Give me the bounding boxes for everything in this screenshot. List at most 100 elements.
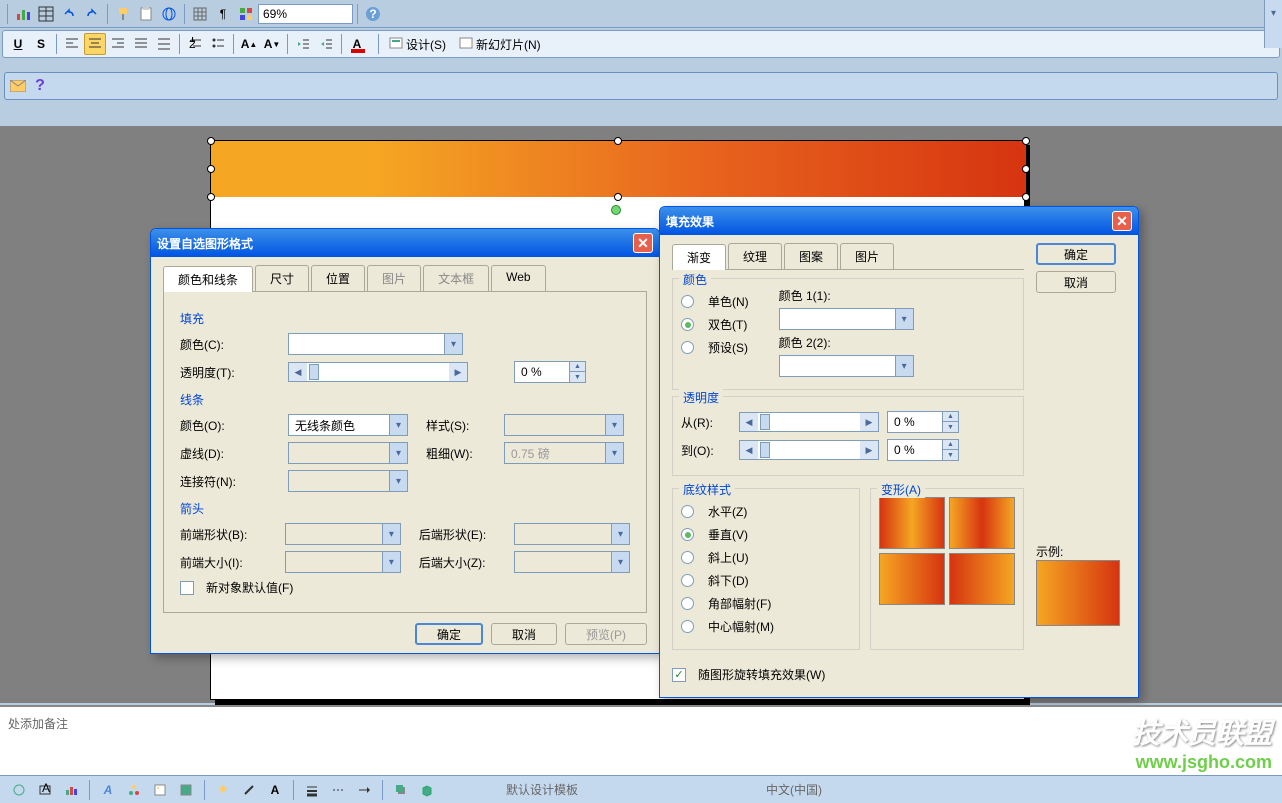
preview-button[interactable]: 预览(P) (565, 623, 647, 645)
numbered-list-icon[interactable]: 12 (184, 33, 206, 55)
design-button[interactable]: 设计(S) (383, 34, 452, 54)
align-right-icon[interactable] (107, 33, 129, 55)
radio-diag-up[interactable] (681, 551, 694, 564)
picture-icon[interactable] (175, 779, 197, 801)
dash-dropdown[interactable] (288, 442, 408, 464)
textbox-icon[interactable]: A (34, 779, 56, 801)
variant-2[interactable] (949, 497, 1015, 549)
radio-two-color[interactable] (681, 318, 694, 331)
connector-dropdown[interactable] (288, 470, 408, 492)
ok-button[interactable]: 确定 (1036, 243, 1116, 265)
color1-dropdown[interactable] (779, 308, 914, 330)
fill-color-icon[interactable] (212, 779, 234, 801)
resize-handle-nw[interactable] (207, 137, 215, 145)
insert-chart-icon[interactable] (60, 779, 82, 801)
to-spinner[interactable]: 0 %▲▼ (887, 439, 959, 461)
line-style-dropdown[interactable] (504, 414, 624, 436)
radio-diag-down[interactable] (681, 574, 694, 587)
grid-icon[interactable] (189, 3, 211, 25)
dialog-titlebar[interactable]: 设置自选图形格式 ✕ (151, 229, 659, 257)
clipboard-icon[interactable] (135, 3, 157, 25)
autoshapes-icon[interactable] (8, 779, 30, 801)
transparency-spinner[interactable]: 0 %▲▼ (514, 361, 586, 383)
radio-from-corner[interactable] (681, 597, 694, 610)
selected-shape[interactable] (211, 141, 1026, 197)
default-checkbox[interactable] (180, 581, 194, 595)
resize-handle-e[interactable] (1022, 165, 1030, 173)
decrease-font-icon[interactable]: A▼ (261, 33, 283, 55)
wordart-icon[interactable]: A (97, 779, 119, 801)
increase-indent-icon[interactable] (315, 33, 337, 55)
rotate-checkbox[interactable] (672, 668, 686, 682)
tab-position[interactable]: 位置 (311, 265, 365, 291)
tab-picture[interactable]: 图片 (840, 243, 894, 269)
tab-texture[interactable]: 纹理 (728, 243, 782, 269)
radio-preset[interactable] (681, 341, 694, 354)
resize-handle-se[interactable] (1022, 193, 1030, 201)
chart-icon[interactable] (12, 3, 34, 25)
format-painter-icon[interactable] (112, 3, 134, 25)
from-slider[interactable]: ◀▶ (739, 412, 879, 432)
transparency-slider[interactable]: ◀▶ (288, 362, 468, 382)
tab-picture[interactable]: 图片 (367, 265, 421, 291)
from-spinner[interactable]: 0 %▲▼ (887, 411, 959, 433)
begin-size-dropdown[interactable] (285, 551, 401, 573)
tab-textbox[interactable]: 文本框 (423, 265, 489, 291)
variant-1[interactable] (879, 497, 945, 549)
notes-pane[interactable]: 处添加备注 (0, 705, 1282, 775)
line-style-icon[interactable] (301, 779, 323, 801)
dialog2-titlebar[interactable]: 填充效果 ✕ (660, 207, 1138, 235)
align-justify-icon[interactable] (130, 33, 152, 55)
variant-3[interactable] (879, 553, 945, 605)
redo-icon[interactable] (81, 3, 103, 25)
help-icon[interactable]: ? (362, 3, 384, 25)
shadow-icon[interactable]: S (30, 33, 52, 55)
resize-handle-s[interactable] (614, 193, 622, 201)
diagram-icon[interactable] (123, 779, 145, 801)
color-scheme-icon[interactable] (235, 3, 257, 25)
line-color-icon[interactable] (238, 779, 260, 801)
hyperlink-icon[interactable] (158, 3, 180, 25)
tab-web[interactable]: Web (491, 265, 545, 291)
rotate-handle[interactable] (611, 205, 621, 215)
increase-font-icon[interactable]: A▲ (238, 33, 260, 55)
resize-handle-sw[interactable] (207, 193, 215, 201)
zoom-dropdown[interactable]: 69% (258, 4, 353, 24)
color2-dropdown[interactable] (779, 355, 914, 377)
tab-colors-lines[interactable]: 颜色和线条 (163, 266, 253, 292)
resize-handle-n[interactable] (614, 137, 622, 145)
tab-size[interactable]: 尺寸 (255, 265, 309, 291)
to-slider[interactable]: ◀▶ (739, 440, 879, 460)
decrease-indent-icon[interactable] (292, 33, 314, 55)
mail-icon[interactable] (7, 75, 29, 97)
clipart-icon[interactable] (149, 779, 171, 801)
align-center-icon[interactable] (84, 33, 106, 55)
3d-style-icon[interactable] (416, 779, 438, 801)
radio-vertical[interactable] (681, 528, 694, 541)
show-formatting-icon[interactable]: ¶ (212, 3, 234, 25)
help-question-icon[interactable]: ? (29, 75, 51, 97)
close-icon[interactable]: ✕ (1112, 211, 1132, 231)
end-size-dropdown[interactable] (514, 551, 630, 573)
align-left-icon[interactable] (61, 33, 83, 55)
close-icon[interactable]: ✕ (633, 233, 653, 253)
ok-button[interactable]: 确定 (415, 623, 483, 645)
arrow-style-icon[interactable] (353, 779, 375, 801)
underline-icon[interactable]: U (7, 33, 29, 55)
bullet-list-icon[interactable] (207, 33, 229, 55)
resize-handle-w[interactable] (207, 165, 215, 173)
begin-style-dropdown[interactable] (285, 523, 401, 545)
radio-one-color[interactable] (681, 295, 694, 308)
undo-icon[interactable] (58, 3, 80, 25)
new-slide-button[interactable]: ✦新幻灯片(N) (453, 34, 547, 54)
dash-style-icon[interactable] (327, 779, 349, 801)
tab-gradient[interactable]: 渐变 (672, 244, 726, 270)
variant-4[interactable] (949, 553, 1015, 605)
line-color-dropdown[interactable]: 无线条颜色 (288, 414, 408, 436)
radio-from-center[interactable] (681, 620, 694, 633)
table-icon[interactable] (35, 3, 57, 25)
radio-horizontal[interactable] (681, 505, 694, 518)
cancel-button[interactable]: 取消 (1036, 271, 1116, 293)
cancel-button[interactable]: 取消 (491, 623, 557, 645)
end-style-dropdown[interactable] (514, 523, 630, 545)
